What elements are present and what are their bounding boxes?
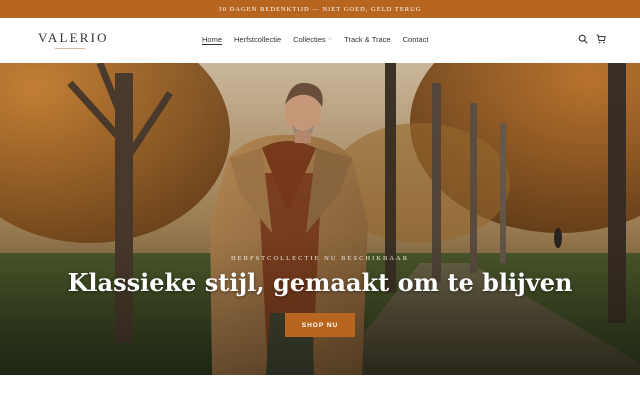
below-hero-area bbox=[0, 375, 640, 400]
main-nav: Home Herfstcollectie Collecties ⌵ Track … bbox=[202, 35, 440, 44]
site-header: VALERIO Home Herfstcollectie Collecties … bbox=[0, 18, 640, 63]
announcement-text: 30 DAGEN BEDENKTIJD — NIET GOED, GELD TE… bbox=[218, 5, 422, 13]
chevron-down-icon: ⌵ bbox=[327, 36, 333, 42]
logo-underline bbox=[55, 48, 85, 49]
nav-item-collecties-label: Collecties bbox=[293, 35, 326, 44]
brand-logo[interactable]: VALERIO bbox=[38, 30, 109, 46]
nav-item-herfstcollectie[interactable]: Herfstcollectie bbox=[234, 35, 281, 44]
nav-item-home[interactable]: Home bbox=[202, 35, 222, 44]
cart-icon[interactable] bbox=[596, 34, 606, 44]
shop-now-button[interactable]: SHOP NU bbox=[285, 313, 355, 337]
hero-banner: HERFSTCOLLECTIE NU BESCHIKBAAR Klassieke… bbox=[0, 63, 640, 375]
announcement-bar: 30 DAGEN BEDENKTIJD — NIET GOED, GELD TE… bbox=[0, 0, 640, 18]
hero-headline: Klassieke stijl, gemaakt om te blijven bbox=[67, 268, 573, 297]
hero-eyebrow: HERFSTCOLLECTIE NU BESCHIKBAAR bbox=[230, 255, 410, 262]
nav-item-collecties[interactable]: Collecties ⌵ bbox=[293, 35, 332, 44]
nav-item-contact[interactable]: Contact bbox=[403, 35, 429, 44]
nav-item-track-trace[interactable]: Track & Trace bbox=[344, 35, 390, 44]
search-icon[interactable] bbox=[578, 34, 588, 44]
header-icons bbox=[578, 34, 606, 44]
